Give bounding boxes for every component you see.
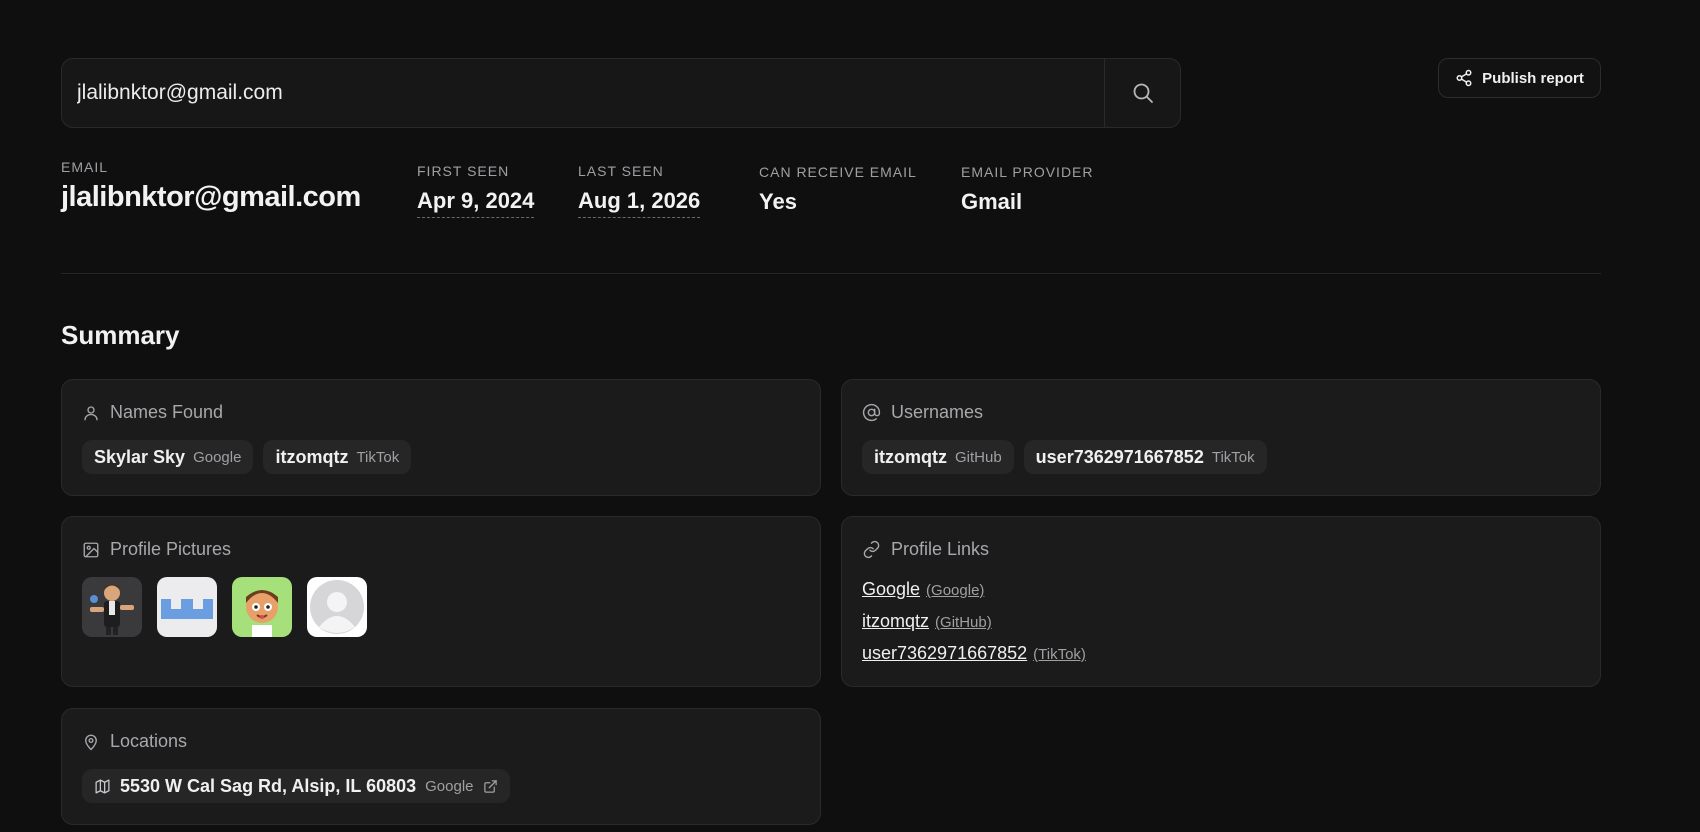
name-chip-name: Skylar Sky [94,446,186,467]
locations-title: Locations [110,731,188,751]
username-chip-source: GitHub [954,448,1002,466]
profile-links-list: Google (Google) itzomqtz (GitHub) user73… [862,579,1086,664]
username-chip: user7362971667852 TikTok [1023,440,1267,474]
profile-pictures-title: Profile Pictures [110,539,232,559]
stat-provider-label: EMAIL PROVIDER [961,164,1094,180]
report-page: Publish report EMAIL jlalibnktor@gmail.c… [0,0,1700,832]
stat-email-label: EMAIL [61,159,109,175]
at-sign-icon [862,403,881,422]
image-icon [83,542,99,557]
profile-link-source[interactable]: (Google) [926,582,984,599]
name-chip: Skylar Sky Google [82,440,254,474]
profile-links-title: Profile Links [891,539,990,559]
name-chip-source: Google [193,448,242,466]
profile-pictures-card: Profile Pictures [61,516,821,687]
stat-email-value: jlalibnktor@gmail.com [61,181,361,213]
username-chip-name: user7362971667852 [1035,446,1204,467]
profile-pictures-header: Profile Pictures [82,539,231,560]
profile-picture-default[interactable] [307,577,367,637]
link-icon [863,540,880,559]
usernames-header: Usernames [862,402,983,423]
stat-can-receive-email: CAN RECEIVE EMAIL Yes [759,164,917,215]
external-link-icon[interactable] [483,779,498,794]
profile-link-row: itzomqtz (GitHub) [862,611,1086,632]
stat-can-receive-value: Yes [759,189,797,214]
name-chip-name: itzomqtz [275,446,349,467]
stat-email: EMAIL jlalibnktor@gmail.com [61,159,361,214]
name-chip: itzomqtz TikTok [263,440,412,474]
publish-report-button[interactable]: Publish report [1438,58,1601,98]
name-chip-source: TikTok [356,448,400,466]
header-divider [61,273,1601,274]
stat-first-seen: FIRST SEEN Apr 9, 2024 [417,163,535,218]
person-icon [84,405,98,420]
names-found-title: Names Found [110,402,224,422]
locations-card: Locations 5530 W Cal Sag Rd, Alsip, IL 6… [61,708,821,825]
stat-last-seen-value[interactable]: Aug 1, 2026 [578,188,701,218]
names-found-list: Skylar Sky Google itzomqtz TikTok [82,440,412,474]
location-address: 5530 W Cal Sag Rd, Alsip, IL 60803 [120,775,417,796]
search-button[interactable] [1104,59,1180,127]
search-input[interactable] [62,59,1104,127]
profile-picture-avatar-3d[interactable] [82,577,142,637]
username-chip: itzomqtz GitHub [862,440,1014,474]
location-source: Google [425,777,474,795]
profile-link-row: Google (Google) [862,579,1086,600]
profile-link[interactable]: user7362971667852 [862,643,1027,664]
stat-can-receive-label: CAN RECEIVE EMAIL [759,164,917,180]
summary-title: Summary [61,320,180,350]
usernames-card: Usernames itzomqtz GitHub user7362971667… [841,379,1601,496]
map-icon [95,778,110,794]
names-found-header: Names Found [82,402,223,423]
username-chip-source: TikTok [1211,448,1255,466]
profile-link[interactable]: Google [862,579,920,600]
profile-links-card: Profile Links Google (Google) itzomqtz (… [841,516,1601,687]
usernames-list: itzomqtz GitHub user7362971667852 TikTok [862,440,1267,474]
search-bar [61,58,1181,128]
stat-provider-value: Gmail [961,189,1023,214]
publish-report-label: Publish report [1482,69,1584,87]
stat-first-seen-label: FIRST SEEN [417,163,510,179]
map-pin-icon [85,734,97,750]
profile-picture-cartoon[interactable] [232,577,292,637]
username-chip-name: itzomqtz [874,446,947,467]
usernames-title: Usernames [891,402,984,422]
stat-last-seen: LAST SEEN Aug 1, 2026 [578,163,701,218]
profile-link-source[interactable]: (GitHub) [935,614,992,631]
profile-picture-checker[interactable] [157,577,217,637]
profile-links-header: Profile Links [862,539,989,560]
location-chip[interactable]: 5530 W Cal Sag Rd, Alsip, IL 60803 Googl… [82,769,510,803]
search-icon [1133,83,1153,103]
stat-last-seen-label: LAST SEEN [578,163,664,179]
share-icon [1456,69,1472,87]
locations-header: Locations [82,731,187,752]
stat-email-provider: EMAIL PROVIDER Gmail [961,164,1094,215]
profile-link-row: user7362971667852 (TikTok) [862,643,1086,664]
profile-pictures-list [82,577,367,637]
stat-first-seen-value[interactable]: Apr 9, 2024 [417,188,535,218]
profile-link[interactable]: itzomqtz [862,611,929,632]
profile-link-source[interactable]: (TikTok) [1033,646,1086,663]
names-found-card: Names Found Skylar Sky Google itzomqtz T… [61,379,821,496]
